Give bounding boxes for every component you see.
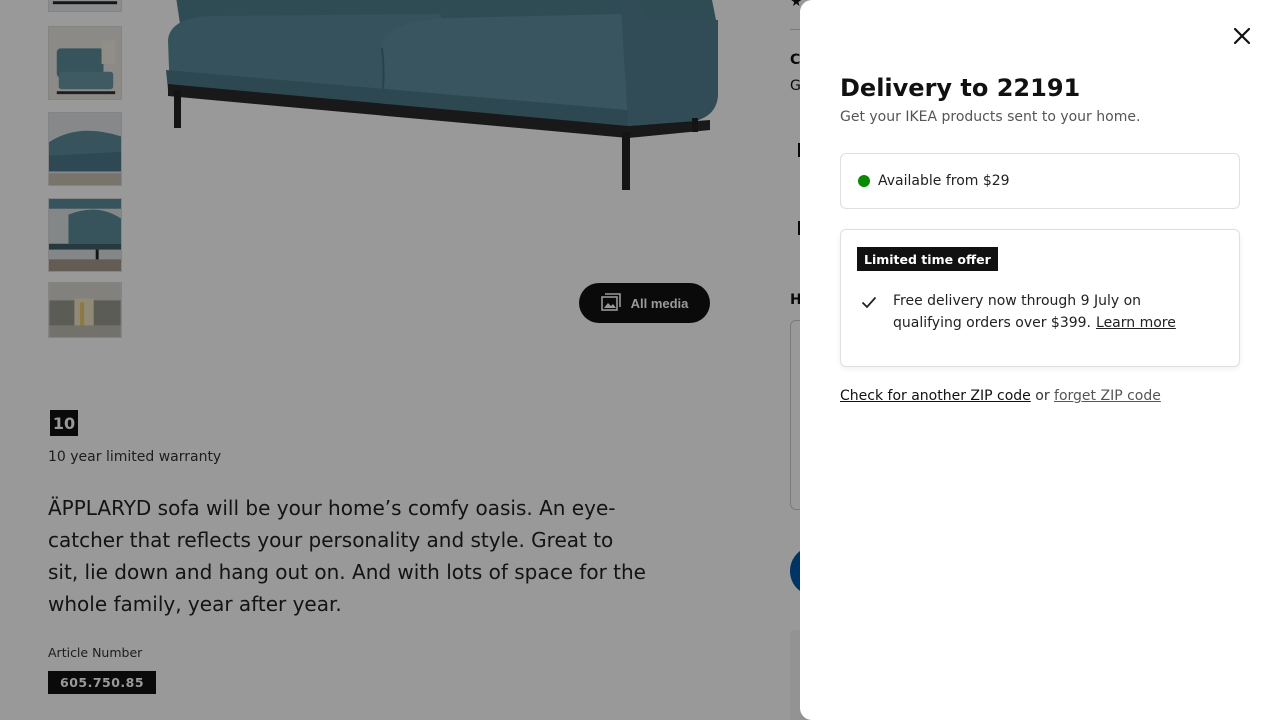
availability-card: Available from $29 (840, 153, 1240, 209)
learn-more-link[interactable]: Learn more (1096, 315, 1176, 331)
zip-actions: Check for another ZIP code or forget ZIP… (840, 388, 1161, 404)
close-icon (1233, 27, 1251, 45)
offer-text: Free delivery now through 9 July on qual… (893, 290, 1213, 334)
available-status-dot-icon (858, 175, 870, 187)
offer-card: Limited time offer Free delivery now thr… (840, 229, 1240, 367)
limited-offer-badge: Limited time offer (857, 247, 998, 271)
forget-zip-link[interactable]: forget ZIP code (1054, 388, 1161, 404)
panel-subtitle: Get your IKEA products sent to your home… (840, 109, 1141, 125)
checkmark-icon (861, 296, 877, 309)
availability-text: Available from $29 (878, 173, 1010, 189)
zip-or-text: or (1035, 388, 1050, 404)
panel-title: Delivery to 22191 (840, 74, 1081, 102)
delivery-panel: Delivery to 22191 Get your IKEA products… (800, 0, 1280, 720)
check-another-zip-link[interactable]: Check for another ZIP code (840, 388, 1031, 404)
close-button[interactable] (1230, 24, 1254, 48)
